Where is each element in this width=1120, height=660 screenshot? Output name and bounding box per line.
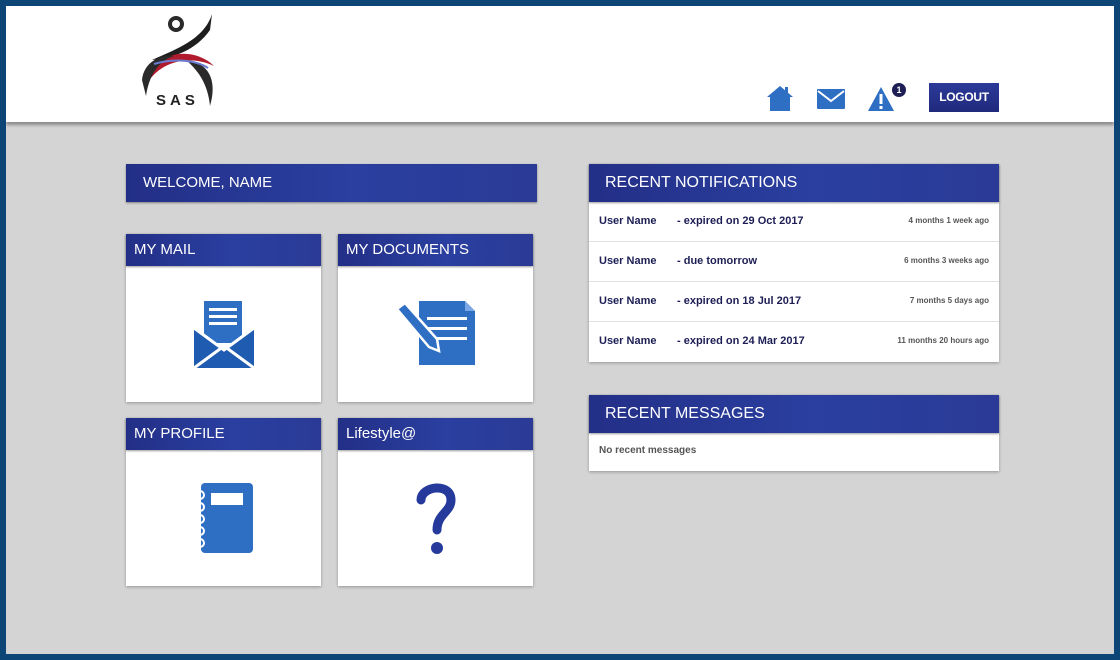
alert-count-badge: 1 [892, 83, 906, 97]
document-pencil-icon [394, 301, 475, 365]
question-mark-icon [416, 483, 456, 554]
messages-title: RECENT MESSAGES [589, 395, 999, 433]
notification-user[interactable]: User Name [599, 215, 656, 227]
my-documents-tile[interactable]: MY DOCUMENTS [338, 234, 533, 402]
notification-user[interactable]: User Name [599, 255, 656, 267]
my-mail-tile[interactable]: MY MAIL [126, 234, 321, 402]
alert-icon[interactable] [867, 86, 895, 112]
welcome-banner: WELCOME, NAME [126, 164, 537, 202]
notification-text: - due tomorrow [677, 255, 758, 267]
logo-text: SAS [156, 92, 199, 109]
notification-time: 6 months 3 weeks ago [904, 256, 989, 265]
tile-title: Lifestyle@ [338, 418, 533, 450]
empty-messages-text: No recent messages [599, 445, 697, 456]
list-item[interactable]: User Name - expired on 29 Oct 2017 4 mon… [589, 202, 999, 242]
tile-title: MY DOCUMENTS [338, 234, 533, 266]
lifestyle-tile[interactable]: Lifestyle@ [338, 418, 533, 586]
mail-icon[interactable] [816, 88, 846, 110]
logout-button[interactable]: LOGOUT [929, 83, 999, 112]
messages-panel: RECENT MESSAGES No recent messages [589, 395, 999, 471]
notification-text: - expired on 18 Jul 2017 [677, 295, 802, 307]
notebook-icon [194, 483, 253, 553]
list-item[interactable]: User Name - expired on 18 Jul 2017 7 mon… [589, 282, 999, 322]
notifications-list: User Name - expired on 29 Oct 2017 4 mon… [589, 202, 999, 362]
notification-text: - expired on 29 Oct 2017 [677, 215, 804, 227]
notification-user[interactable]: User Name [599, 295, 656, 307]
notification-text: - expired on 24 Mar 2017 [677, 335, 805, 347]
open-envelope-icon [192, 299, 255, 370]
notification-time: 7 months 5 days ago [909, 296, 989, 305]
notification-time: 11 months 20 hours ago [897, 336, 989, 345]
notifications-title: RECENT NOTIFICATIONS [589, 164, 999, 202]
notification-time: 4 months 1 week ago [908, 216, 989, 225]
home-icon[interactable] [766, 84, 794, 112]
list-item[interactable]: User Name - expired on 24 Mar 2017 11 mo… [589, 322, 999, 362]
tile-title: MY PROFILE [126, 418, 321, 450]
app-frame: SAS 1 LOGOUT WELCOME, NAME MY MAIL MY DO… [6, 6, 1114, 654]
header: SAS 1 LOGOUT [6, 6, 1114, 122]
notification-user[interactable]: User Name [599, 335, 656, 347]
tile-title: MY MAIL [126, 234, 321, 266]
notifications-panel: RECENT NOTIFICATIONS User Name - expired… [589, 164, 999, 362]
my-profile-tile[interactable]: MY PROFILE [126, 418, 321, 586]
list-item[interactable]: User Name - due tomorrow 6 months 3 week… [589, 242, 999, 282]
